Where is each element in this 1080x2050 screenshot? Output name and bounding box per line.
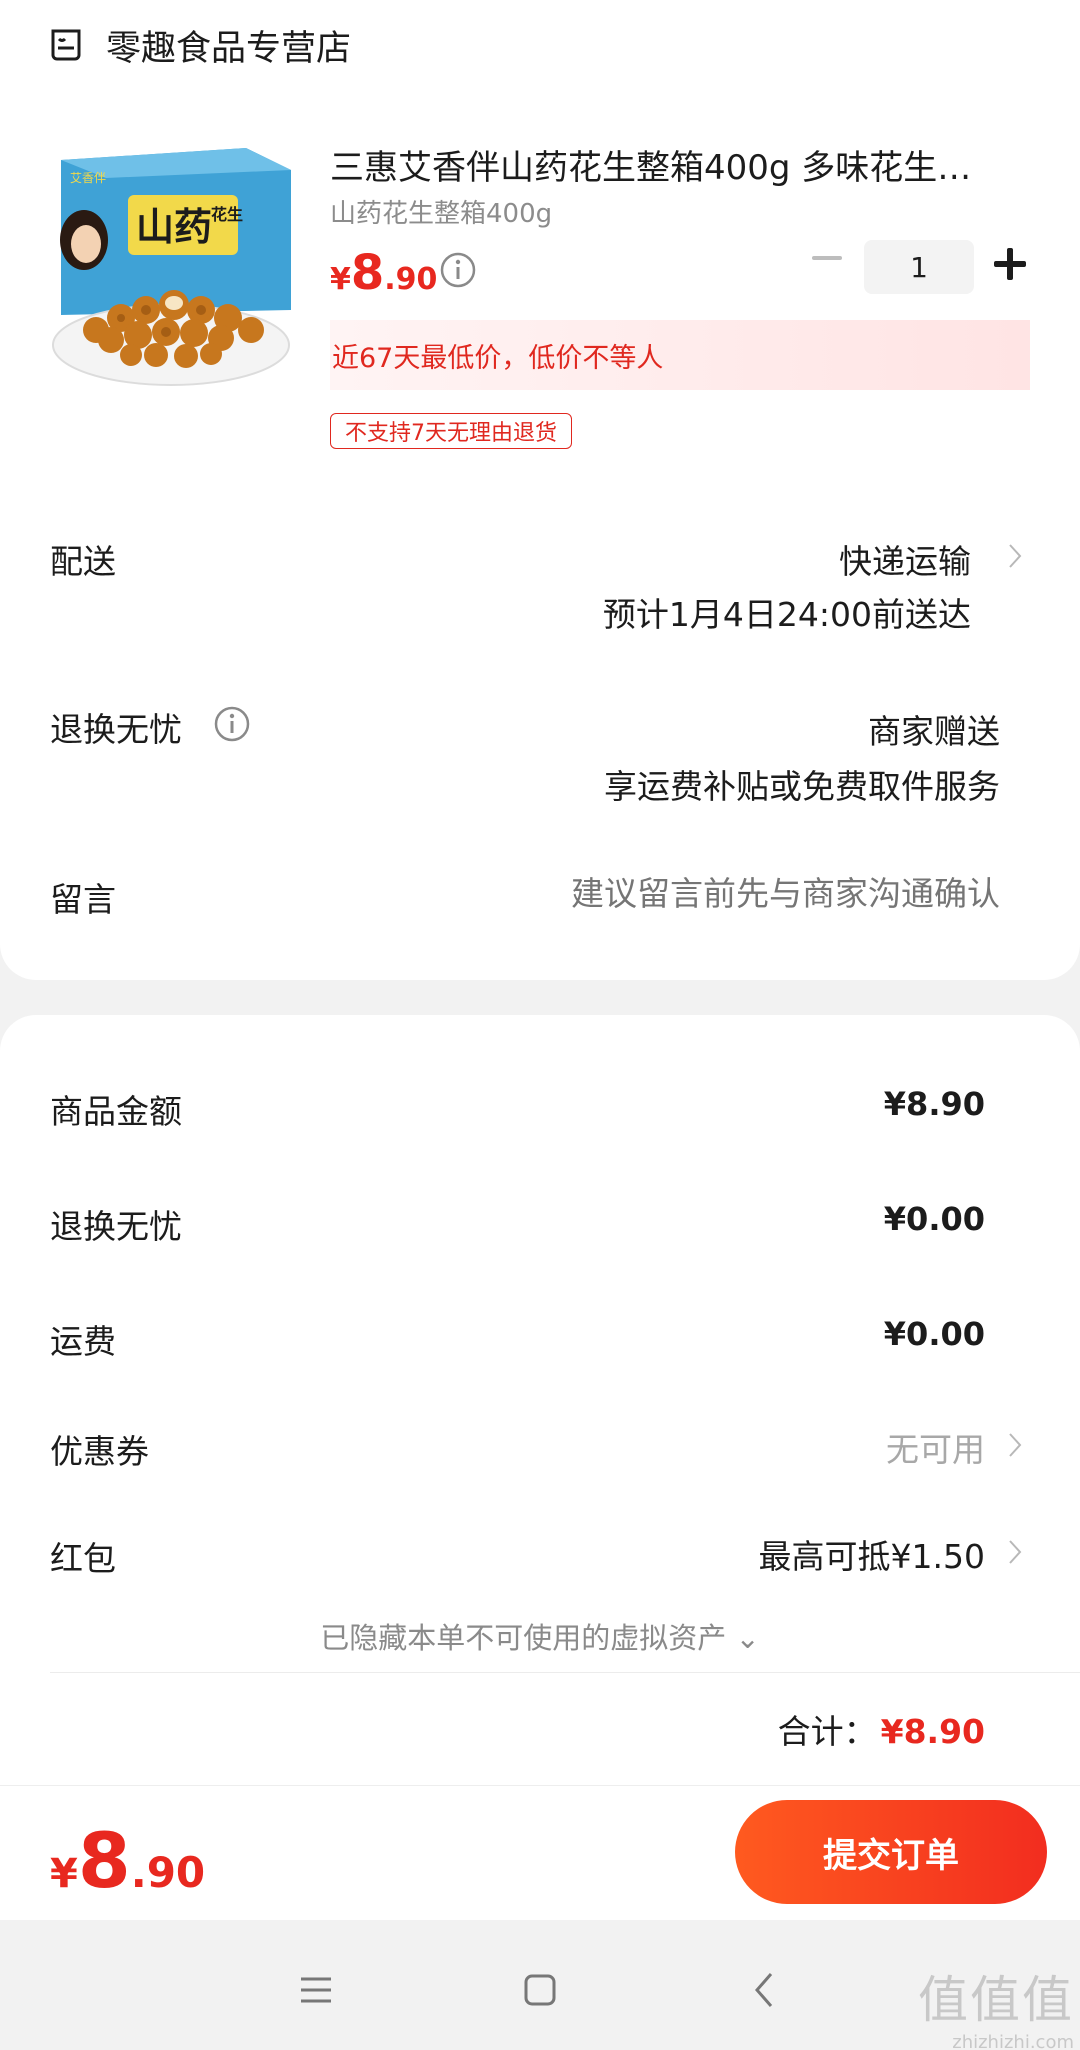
product-title[interactable]: 三惠艾香伴山药花生整箱400g 多味花生…: [330, 140, 1010, 189]
shipping-label: 运费: [50, 1322, 116, 1361]
worry-free-fee-value: ¥0.00: [883, 1200, 985, 1238]
delivery-chevron-right-icon[interactable]: [1008, 543, 1022, 569]
product-image[interactable]: 山药 花生 艾香伴: [46, 140, 296, 390]
watermark-logo: 值值值: [918, 1971, 1074, 2029]
no-return-tag: 不支持7天无理由退货: [330, 413, 572, 449]
store-icon: [51, 29, 81, 61]
hidden-assets-toggle[interactable]: 已隐藏本单不可使用的虚拟资产 ⌄: [0, 1615, 1080, 1657]
checkout-price-yen: ¥: [50, 1851, 78, 1897]
shipping-value: ¥0.00: [883, 1315, 985, 1353]
red-packet-chevron-right-icon[interactable]: [1008, 1539, 1022, 1565]
checkout-price-dec: .90: [130, 1848, 206, 1897]
order-total: 合计： ¥8.90: [778, 1705, 985, 1753]
low-price-banner: 近67天最低价，低价不等人: [330, 320, 1030, 390]
message-label: 留言: [50, 880, 116, 919]
delivery-method[interactable]: 快递运输: [839, 535, 971, 583]
divider: [50, 1672, 1080, 1673]
product-price-dec: .90: [384, 262, 438, 297]
checkout-price: ¥ 8 .90: [50, 1816, 205, 1905]
watermark: 值值值 zhizhizhi.com: [918, 1960, 1074, 2050]
product-price-int: 8: [350, 245, 385, 301]
product-image-label: 山药: [136, 205, 212, 249]
worry-free-desc: 享运费补贴或免费取件服务: [604, 767, 1000, 806]
submit-order-button[interactable]: 提交订单: [735, 1800, 1047, 1904]
delivery-label: 配送: [50, 542, 116, 581]
product-price: ¥ 8 .90: [330, 245, 437, 301]
worry-free-fee-label: 退换无忧: [50, 1207, 182, 1246]
red-packet-label: 红包: [50, 1539, 116, 1578]
no-return-text: 不支持7天无理由退货: [345, 421, 557, 446]
goods-amount-label: 商品金额: [50, 1092, 182, 1131]
product-spec[interactable]: 山药花生整箱400g: [330, 193, 552, 230]
checkout-bar: ¥ 8 .90 提交订单: [0, 1785, 1080, 1920]
worry-free-label: 退换无忧: [50, 710, 182, 749]
order-main-card: 零趣食品专营店 山药 花生 艾香伴 三惠艾香伴山药花生整箱400g 多味花生… …: [0, 0, 1080, 980]
message-input[interactable]: [380, 865, 1000, 921]
delivery-eta: 预计1月4日24:00前送达: [602, 595, 971, 634]
quantity-increment-button[interactable]: [994, 248, 1026, 280]
goods-amount-value: ¥8.90: [883, 1085, 985, 1123]
coupon-value[interactable]: 无可用: [886, 1423, 985, 1471]
home-icon[interactable]: [510, 1960, 570, 2020]
product-image-label-small: 花生: [211, 205, 243, 224]
red-packet-value[interactable]: 最高可抵¥1.50: [759, 1530, 985, 1578]
total-label: 合计：: [777, 1712, 877, 1751]
coupon-label: 优惠券: [50, 1432, 149, 1471]
quantity-value[interactable]: 1: [864, 240, 974, 294]
price-info-icon[interactable]: [440, 252, 476, 288]
total-value: ¥8.90: [880, 1712, 985, 1751]
store-row[interactable]: 零趣食品专营店: [48, 20, 351, 70]
menu-icon[interactable]: [286, 1960, 346, 2020]
store-name[interactable]: 零趣食品专营店: [106, 20, 351, 71]
low-price-text: 近67天最低价，低价不等人: [332, 342, 664, 374]
worry-free-info-icon[interactable]: [214, 706, 250, 742]
quantity-decrement-button[interactable]: [812, 256, 842, 260]
back-icon[interactable]: [735, 1960, 795, 2020]
watermark-url: zhizhizhi.com: [952, 2032, 1074, 2050]
checkout-price-int: 8: [77, 1816, 131, 1905]
coupon-chevron-right-icon[interactable]: [1008, 1432, 1022, 1458]
product-image-brand: 艾香伴: [70, 171, 106, 185]
worry-free-value: 商家赠送: [868, 712, 1000, 751]
product-price-yen: ¥: [330, 262, 351, 297]
